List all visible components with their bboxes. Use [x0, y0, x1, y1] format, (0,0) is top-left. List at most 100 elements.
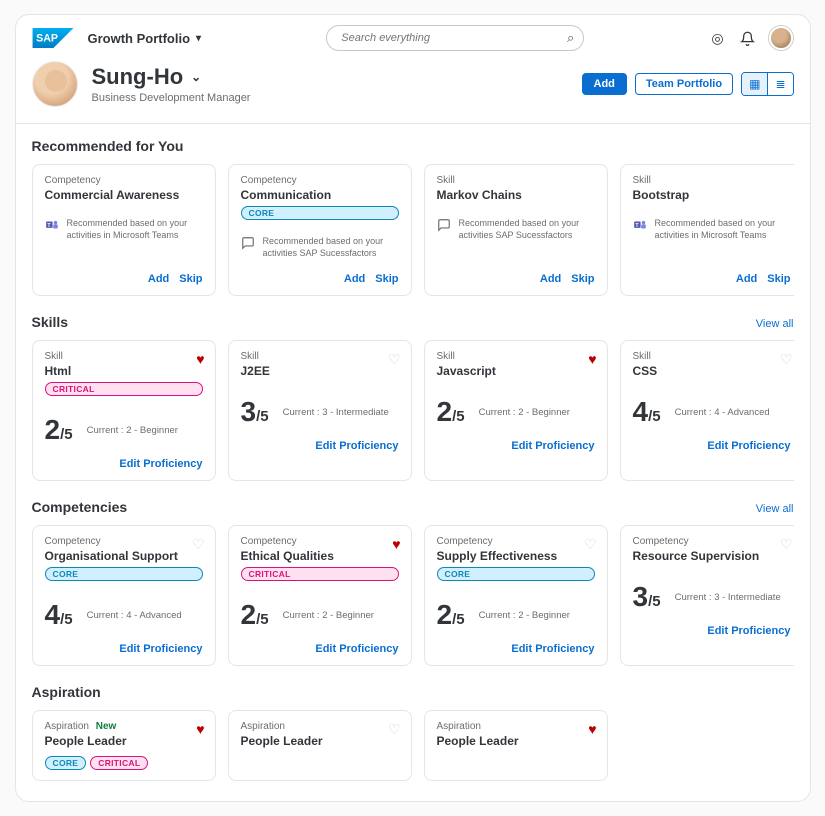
proficiency-card: ♥ Competency Ethical Qualities CRITICAL … [228, 525, 412, 666]
favorite-icon[interactable]: ♡ [584, 536, 597, 553]
recommendation-text: Recommended based on your activities SAP… [263, 236, 399, 259]
score: 2/5 [45, 416, 73, 444]
view-all-link[interactable]: View all [756, 318, 794, 330]
add-link[interactable]: Add [540, 273, 561, 285]
favorite-icon[interactable]: ♥ [196, 351, 204, 367]
user-role: Business Development Manager [92, 92, 251, 104]
card-type-label: Competency [241, 536, 399, 547]
favorite-icon[interactable]: ♥ [392, 536, 400, 552]
list-view-toggle[interactable]: ≣ [767, 73, 792, 95]
level-text: Current : 4 - Advanced [87, 610, 182, 621]
aspiration-row: ♥ Aspiration New People Leader CORECRITI… [32, 710, 794, 781]
recommended-card: Skill Bootstrap TRecommended based on yo… [620, 164, 794, 296]
sap-logo: SAP [32, 28, 74, 48]
app-finder-icon[interactable]: ◎ [709, 30, 725, 46]
level-text: Current : 4 - Advanced [675, 407, 770, 418]
skip-link[interactable]: Skip [179, 273, 202, 285]
card-title: Markov Chains [437, 188, 595, 202]
favorite-icon[interactable]: ♥ [588, 721, 596, 737]
card-type-label: Aspiration New [45, 721, 203, 732]
favorite-icon[interactable]: ♡ [192, 536, 205, 553]
section-competencies: Competencies View all ♡ Competency Organ… [16, 485, 810, 670]
teams-icon: T [633, 218, 647, 232]
core-pill: CORE [45, 567, 203, 581]
app-window: SAP Growth Portfolio ▾ ⌕ ◎ Sung-Ho ⌄ Bus… [15, 14, 811, 802]
user-name: Sung-Ho [92, 64, 184, 90]
card-type-label: Skill [633, 175, 791, 186]
grid-view-toggle[interactable]: ▦ [742, 73, 767, 95]
user-info: Sung-Ho ⌄ Business Development Manager [92, 64, 251, 104]
proficiency-card: ♡ Competency Resource Supervision 3/5 Cu… [620, 525, 794, 666]
user-avatar-small[interactable] [769, 26, 793, 50]
level-text: Current : 3 - Intermediate [283, 407, 389, 418]
card-title: People Leader [45, 734, 203, 748]
edit-proficiency-link[interactable]: Edit Proficiency [315, 440, 398, 452]
chevron-down-icon: ▾ [196, 33, 201, 44]
critical-pill: CRITICAL [45, 382, 203, 396]
team-portfolio-button[interactable]: Team Portfolio [635, 73, 733, 95]
teams-icon: T [45, 218, 59, 232]
nav-dropdown[interactable]: Growth Portfolio ▾ [88, 31, 202, 46]
edit-proficiency-link[interactable]: Edit Proficiency [119, 458, 202, 470]
add-link[interactable]: Add [344, 273, 365, 285]
chat-icon [437, 218, 451, 232]
card-type-label: Skill [437, 351, 595, 362]
user-name-row[interactable]: Sung-Ho ⌄ [92, 64, 251, 90]
add-button[interactable]: Add [582, 73, 627, 95]
skip-link[interactable]: Skip [767, 273, 790, 285]
add-link[interactable]: Add [148, 273, 169, 285]
edit-proficiency-link[interactable]: Edit Proficiency [707, 440, 790, 452]
chat-icon [241, 236, 255, 250]
card-title: Supply Effectiveness [437, 549, 595, 563]
skip-link[interactable]: Skip [571, 273, 594, 285]
recommendation-text: Recommended based on your activities in … [655, 218, 791, 241]
card-title: Javascript [437, 364, 595, 378]
skip-link[interactable]: Skip [375, 273, 398, 285]
add-link[interactable]: Add [736, 273, 757, 285]
card-type-label: Skill [437, 175, 595, 186]
score: 2/5 [437, 601, 465, 629]
card-title: Resource Supervision [633, 549, 791, 563]
topbar-right: ◎ [709, 26, 793, 50]
section-title: Skills [32, 314, 69, 330]
section-title: Recommended for You [32, 138, 184, 154]
edit-proficiency-link[interactable]: Edit Proficiency [315, 643, 398, 655]
score: 4/5 [633, 398, 661, 426]
card-title: People Leader [241, 734, 399, 748]
favorite-icon[interactable]: ♡ [388, 721, 401, 738]
edit-proficiency-link[interactable]: Edit Proficiency [511, 440, 594, 452]
new-badge: New [96, 721, 117, 732]
card-type-label: Aspiration [241, 721, 399, 732]
header-actions: Add Team Portfolio ▦ ≣ [582, 72, 794, 96]
recommendation-text: Recommended based on your activities SAP… [459, 218, 595, 241]
search-field[interactable]: ⌕ [326, 25, 584, 51]
edit-proficiency-link[interactable]: Edit Proficiency [119, 643, 202, 655]
favorite-icon[interactable]: ♡ [780, 536, 793, 553]
view-toggle: ▦ ≣ [741, 72, 793, 96]
section-recommended: Recommended for You Competency Commercia… [16, 124, 810, 300]
card-type-label: Skill [633, 351, 791, 362]
favorite-icon[interactable]: ♥ [588, 351, 596, 367]
score: 2/5 [437, 398, 465, 426]
aspiration-card: ♡ Aspiration People Leader [228, 710, 412, 781]
card-type-label: Skill [45, 351, 203, 362]
edit-proficiency-link[interactable]: Edit Proficiency [511, 643, 594, 655]
recommended-card: Skill Markov Chains Recommended based on… [424, 164, 608, 296]
edit-proficiency-link[interactable]: Edit Proficiency [707, 625, 790, 637]
favorite-icon[interactable]: ♥ [196, 721, 204, 737]
core-pill: CORE [45, 756, 87, 770]
level-text: Current : 2 - Beginner [283, 610, 374, 621]
section-title: Aspiration [32, 684, 101, 700]
notifications-icon[interactable] [739, 30, 755, 46]
aspiration-card: ♥ Aspiration People Leader [424, 710, 608, 781]
favorite-icon[interactable]: ♡ [780, 351, 793, 368]
search-input[interactable] [326, 25, 584, 51]
level-text: Current : 3 - Intermediate [675, 592, 781, 603]
card-title: J2EE [241, 364, 399, 378]
view-all-link[interactable]: View all [756, 503, 794, 515]
card-type-label: Competency [437, 536, 595, 547]
favorite-icon[interactable]: ♡ [388, 351, 401, 368]
critical-pill: CRITICAL [241, 567, 399, 581]
recommended-row: Competency Commercial Awareness TRecomme… [32, 164, 794, 296]
core-pill: CORE [437, 567, 595, 581]
